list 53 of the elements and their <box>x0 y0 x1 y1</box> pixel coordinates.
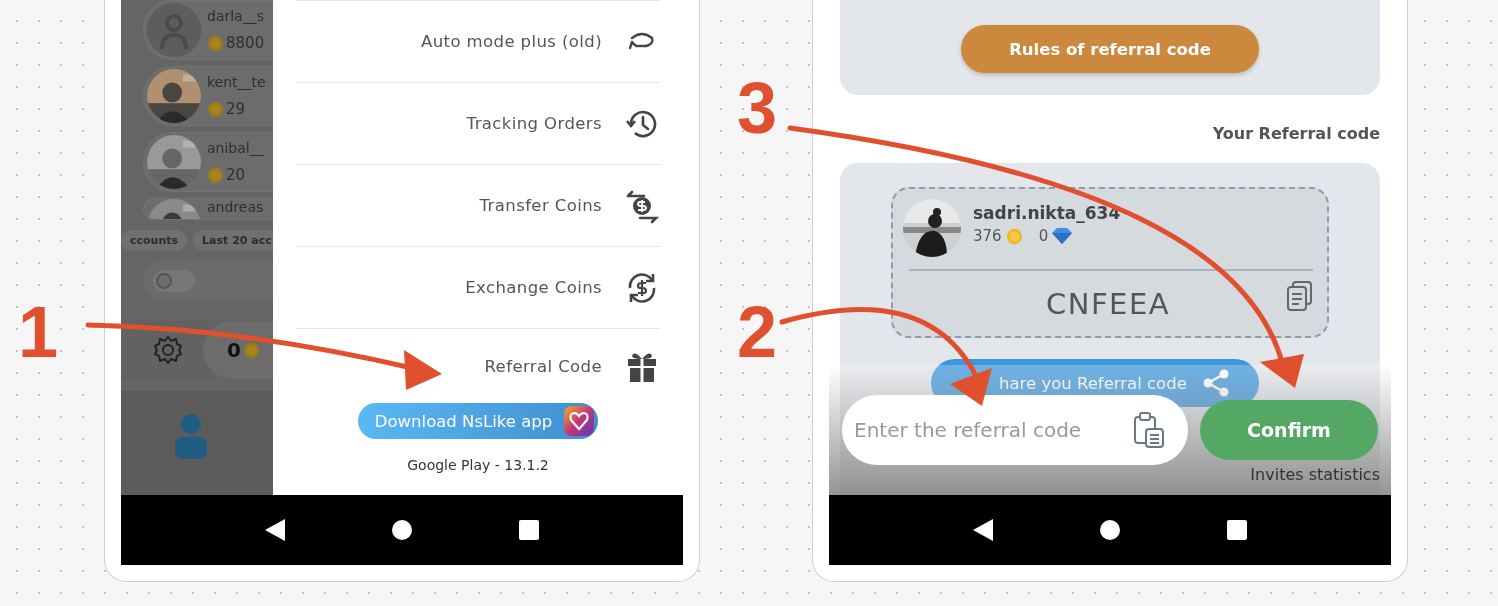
download-app-button[interactable]: Download NsLike app <box>357 403 599 439</box>
menu-label: Exchange Coins <box>465 278 602 297</box>
coin-icon <box>207 100 224 118</box>
coin-count: 29 <box>226 100 246 118</box>
clipboard-icon[interactable] <box>1134 412 1164 448</box>
coin-icon <box>207 34 224 52</box>
step-number: 2 <box>737 296 778 368</box>
coin-count: 376 <box>973 227 1002 245</box>
account-card[interactable]: darla__s 8800 <box>143 0 273 60</box>
filter-chip[interactable]: Last 20 acc <box>193 230 273 251</box>
menu-item[interactable]: Transfer Coins <box>296 164 660 246</box>
menu-label: Auto mode plus (old) <box>421 32 602 51</box>
settings-icon[interactable] <box>153 335 183 365</box>
gem-count: 0 <box>1038 227 1049 245</box>
coin-icon <box>242 341 260 359</box>
referral-input-field[interactable]: Enter the referral code <box>852 417 1120 443</box>
rules-button[interactable]: Rules of referral code <box>961 25 1259 73</box>
heart-app-icon <box>564 406 595 436</box>
recents-icon[interactable] <box>517 518 542 542</box>
home-icon[interactable] <box>1098 518 1122 542</box>
account-username: anibal__ <box>207 140 264 156</box>
step-number: 1 <box>18 296 59 368</box>
profile-username: sadri.nikta_634 <box>973 203 1121 223</box>
account-username: kent__te <box>207 74 266 90</box>
coin-icon <box>207 166 224 184</box>
toggle-switch[interactable] <box>153 270 195 292</box>
coin-count: 8800 <box>226 34 265 52</box>
referral-code: CNFEEA <box>1045 286 1171 321</box>
coin-count: 20 <box>226 166 246 184</box>
filter-chip[interactable]: ccounts <box>121 230 188 251</box>
menu-item[interactable]: Tracking Orders <box>296 82 660 164</box>
coin-icon <box>1005 227 1023 245</box>
account-username: darla__s <box>207 8 265 24</box>
diamond-icon <box>1052 227 1073 245</box>
input-field[interactable]: Enter the referral code <box>842 395 1188 465</box>
menu-label: Transfer Coins <box>479 196 602 215</box>
recents-icon[interactable] <box>1225 518 1250 542</box>
menu-label: Tracking Orders <box>466 114 602 133</box>
step-number: 3 <box>737 72 778 144</box>
confirm-button[interactable]: Confirm <box>1200 400 1378 460</box>
account-username: andreas <box>207 199 264 215</box>
menu-item[interactable]: Exchange Coins <box>296 246 660 328</box>
account-card[interactable]: andreas <box>143 198 273 220</box>
account-card[interactable]: anibal__ 20 <box>143 132 273 192</box>
menu-label: Referral Code <box>484 356 602 376</box>
balance-amount: 0 <box>227 338 241 362</box>
home-icon[interactable] <box>390 518 414 542</box>
menu-item[interactable]: Auto mode plus (old) <box>296 0 660 82</box>
account-card[interactable]: kent__te 29 <box>143 66 273 126</box>
section-title: Your Referral code <box>1212 124 1380 143</box>
invites-statistics-link[interactable]: Invites statistics <box>1250 465 1380 484</box>
copy-icon[interactable] <box>1287 281 1313 311</box>
version-text: Google Play - 13.1.2 <box>407 457 549 473</box>
